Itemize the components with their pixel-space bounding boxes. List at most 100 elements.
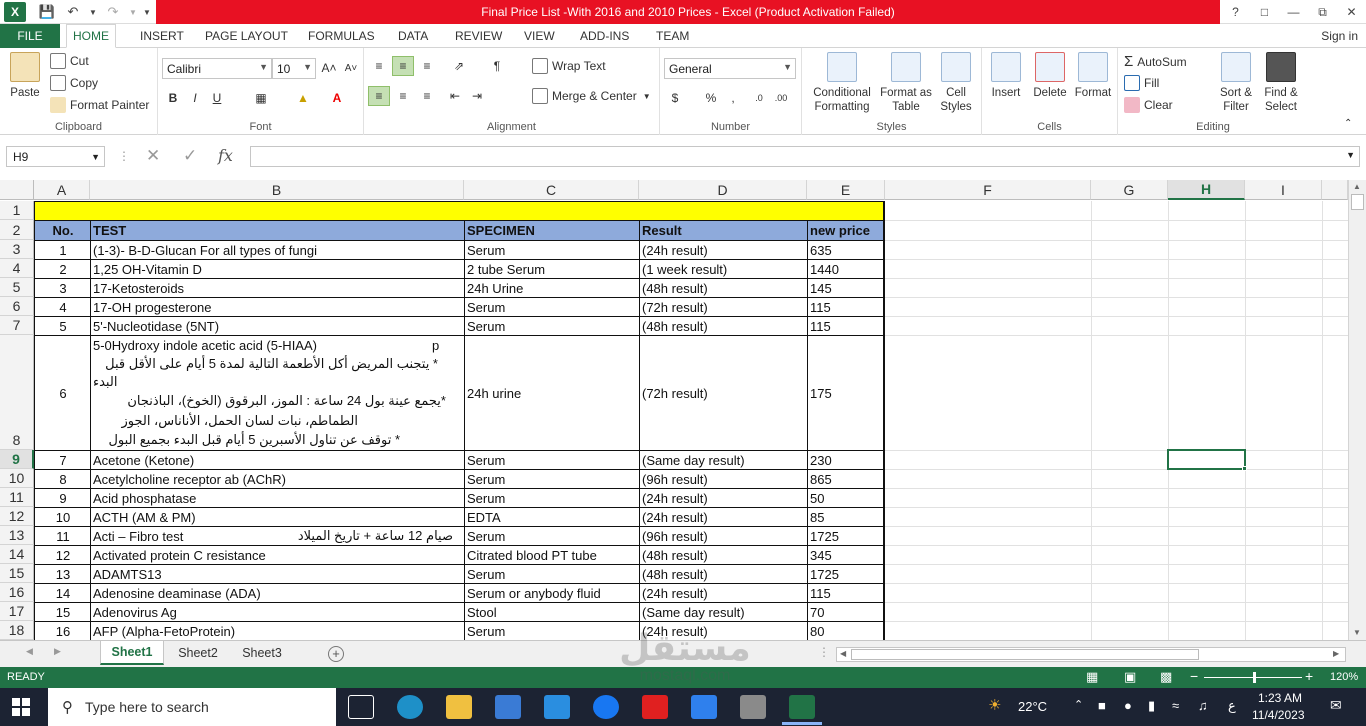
row-header[interactable]: 11 xyxy=(0,488,34,507)
page-break-view-icon[interactable]: ▩ xyxy=(1160,669,1172,685)
scroll-right-icon[interactable]: ▶ xyxy=(1333,649,1339,658)
header-new-price[interactable]: new price xyxy=(808,221,883,240)
page-layout-view-icon[interactable]: ▣ xyxy=(1124,669,1136,685)
cell-price[interactable]: 80 xyxy=(808,622,883,640)
cell-result[interactable]: (48h result) xyxy=(640,565,807,583)
cell-test[interactable]: 1,25 OH-Vitamin D xyxy=(91,260,464,278)
currency-button[interactable]: $ xyxy=(664,88,686,108)
zoom-slider-thumb[interactable] xyxy=(1253,672,1256,683)
cell-result[interactable]: (1 week result) xyxy=(640,260,807,278)
cell-no[interactable]: 10 xyxy=(34,508,90,526)
delete-cells-button[interactable]: Delete xyxy=(1030,52,1070,100)
row-header[interactable]: 14 xyxy=(0,545,34,564)
cell-specimen[interactable]: 2 tube Serum xyxy=(465,260,639,278)
cell-no[interactable]: 5 xyxy=(34,317,90,335)
cell-result[interactable]: (72h result) xyxy=(640,336,807,450)
cell-price[interactable]: 635 xyxy=(808,241,883,259)
row-header[interactable]: 4 xyxy=(0,259,34,278)
column-header[interactable]: C xyxy=(464,180,639,200)
increase-decimal-icon[interactable]: .0 xyxy=(748,88,770,108)
column-header[interactable]: F xyxy=(885,180,1091,200)
cell-result[interactable]: (Same day result) xyxy=(640,451,807,469)
cell-price[interactable]: 115 xyxy=(808,584,883,602)
row-header[interactable]: 7 xyxy=(0,316,34,335)
cell-result[interactable]: (24h result) xyxy=(640,622,807,640)
middle-align-icon[interactable]: ≡ xyxy=(392,56,414,76)
sort-filter-button[interactable]: Sort & Filter xyxy=(1214,52,1258,114)
row-header[interactable]: 13 xyxy=(0,526,34,545)
select-all-corner[interactable] xyxy=(0,180,34,200)
cell-price[interactable]: 70 xyxy=(808,603,883,621)
notifications-icon[interactable]: ✉ xyxy=(1330,697,1342,714)
cell-result[interactable]: (24h result) xyxy=(640,508,807,526)
row-header[interactable]: 8 xyxy=(0,335,34,450)
cell-specimen[interactable]: Serum xyxy=(465,565,639,583)
column-header[interactable] xyxy=(1322,180,1348,200)
header-specimen[interactable]: SPECIMEN xyxy=(465,221,639,240)
minimize-button[interactable]: — xyxy=(1279,0,1308,24)
header-no[interactable]: No. xyxy=(34,221,90,240)
youtube-icon[interactable] xyxy=(642,695,668,719)
fill-color-icon[interactable]: ▲ xyxy=(292,88,314,108)
cell-price[interactable]: 175 xyxy=(808,336,883,450)
font-name-combo[interactable]: Calibri ▼ xyxy=(162,58,272,79)
wifi-icon[interactable]: ≈ xyxy=(1172,698,1179,713)
row-header[interactable]: 2 xyxy=(0,220,34,240)
cell-no[interactable]: 6 xyxy=(34,336,90,450)
column-header[interactable]: D xyxy=(639,180,807,200)
cell-specimen[interactable]: Serum xyxy=(465,451,639,469)
font-size-combo[interactable]: 10 ▼ xyxy=(272,58,316,79)
cell-result[interactable]: (48h result) xyxy=(640,279,807,297)
cell-test[interactable]: ACTH (AM & PM) xyxy=(91,508,464,526)
undo-dropdown-icon[interactable]: ▼ xyxy=(86,0,100,24)
temperature[interactable]: 22°C xyxy=(1018,699,1047,714)
cell-test[interactable]: AFP (Alpha-FetoProtein) xyxy=(91,622,464,640)
cell-no[interactable]: 15 xyxy=(34,603,90,621)
tab-page-layout[interactable]: PAGE LAYOUT xyxy=(199,24,294,48)
cell-price[interactable]: 50 xyxy=(808,489,883,507)
cell-price[interactable]: 1725 xyxy=(808,527,883,545)
cell-specimen[interactable]: Serum xyxy=(465,470,639,488)
enter-icon[interactable]: ✓ xyxy=(183,146,197,166)
column-header[interactable]: G xyxy=(1091,180,1168,200)
row-header[interactable]: 3 xyxy=(0,240,34,259)
cell-specimen[interactable]: Serum xyxy=(465,489,639,507)
file-explorer-icon[interactable] xyxy=(446,695,472,719)
tab-review[interactable]: REVIEW xyxy=(449,24,508,48)
row-header[interactable]: 5 xyxy=(0,278,34,297)
scroll-down-icon[interactable]: ▼ xyxy=(1353,628,1361,637)
row-header[interactable]: 16 xyxy=(0,583,34,602)
scroll-thumb[interactable] xyxy=(1351,194,1364,210)
excel-taskbar-icon[interactable] xyxy=(789,695,815,719)
sheet-tab-sheet3[interactable]: Sheet3 xyxy=(232,641,292,665)
cell-styles-button[interactable]: Cell Styles xyxy=(934,52,978,114)
meet-icon[interactable]: ● xyxy=(1124,698,1132,713)
cell-price[interactable]: 345 xyxy=(808,546,883,564)
align-left-icon[interactable]: ≡ xyxy=(368,86,390,106)
row-header[interactable]: 9 xyxy=(0,450,34,469)
cell-price[interactable]: 1725 xyxy=(808,565,883,583)
windows-start-icon[interactable] xyxy=(12,698,30,716)
decrease-indent-icon[interactable]: ⇤ xyxy=(444,86,466,106)
row-header[interactable]: 6 xyxy=(0,297,34,316)
cell-test[interactable]: 5'-Nucleotidase (5NT) xyxy=(91,317,464,335)
edge-browser-icon[interactable] xyxy=(397,695,423,719)
paste-button[interactable]: Paste xyxy=(6,52,44,100)
cell-result[interactable]: (96h result) xyxy=(640,527,807,545)
cell-price[interactable]: 230 xyxy=(808,451,883,469)
zoom-in-icon[interactable]: + xyxy=(1305,668,1313,684)
cell-specimen[interactable]: EDTA xyxy=(465,508,639,526)
store-icon[interactable] xyxy=(495,695,521,719)
fill-button[interactable]: Fill xyxy=(1124,75,1159,91)
comma-button[interactable]: , xyxy=(722,88,744,108)
bottom-align-icon[interactable]: ≡ xyxy=(416,56,438,76)
top-align-icon[interactable]: ≡ xyxy=(368,56,390,76)
cell-no[interactable]: 16 xyxy=(34,622,90,640)
horizontal-scrollbar[interactable]: ◀ ▶ xyxy=(836,647,1346,662)
format-as-table-button[interactable]: Format as Table xyxy=(878,52,934,114)
cell-no[interactable]: 2 xyxy=(34,260,90,278)
cell-specimen[interactable]: Citrated blood PT tube xyxy=(465,546,639,564)
cell-no[interactable]: 3 xyxy=(34,279,90,297)
cancel-icon[interactable]: ✕ xyxy=(146,146,160,166)
format-cells-button[interactable]: Format xyxy=(1072,52,1114,100)
